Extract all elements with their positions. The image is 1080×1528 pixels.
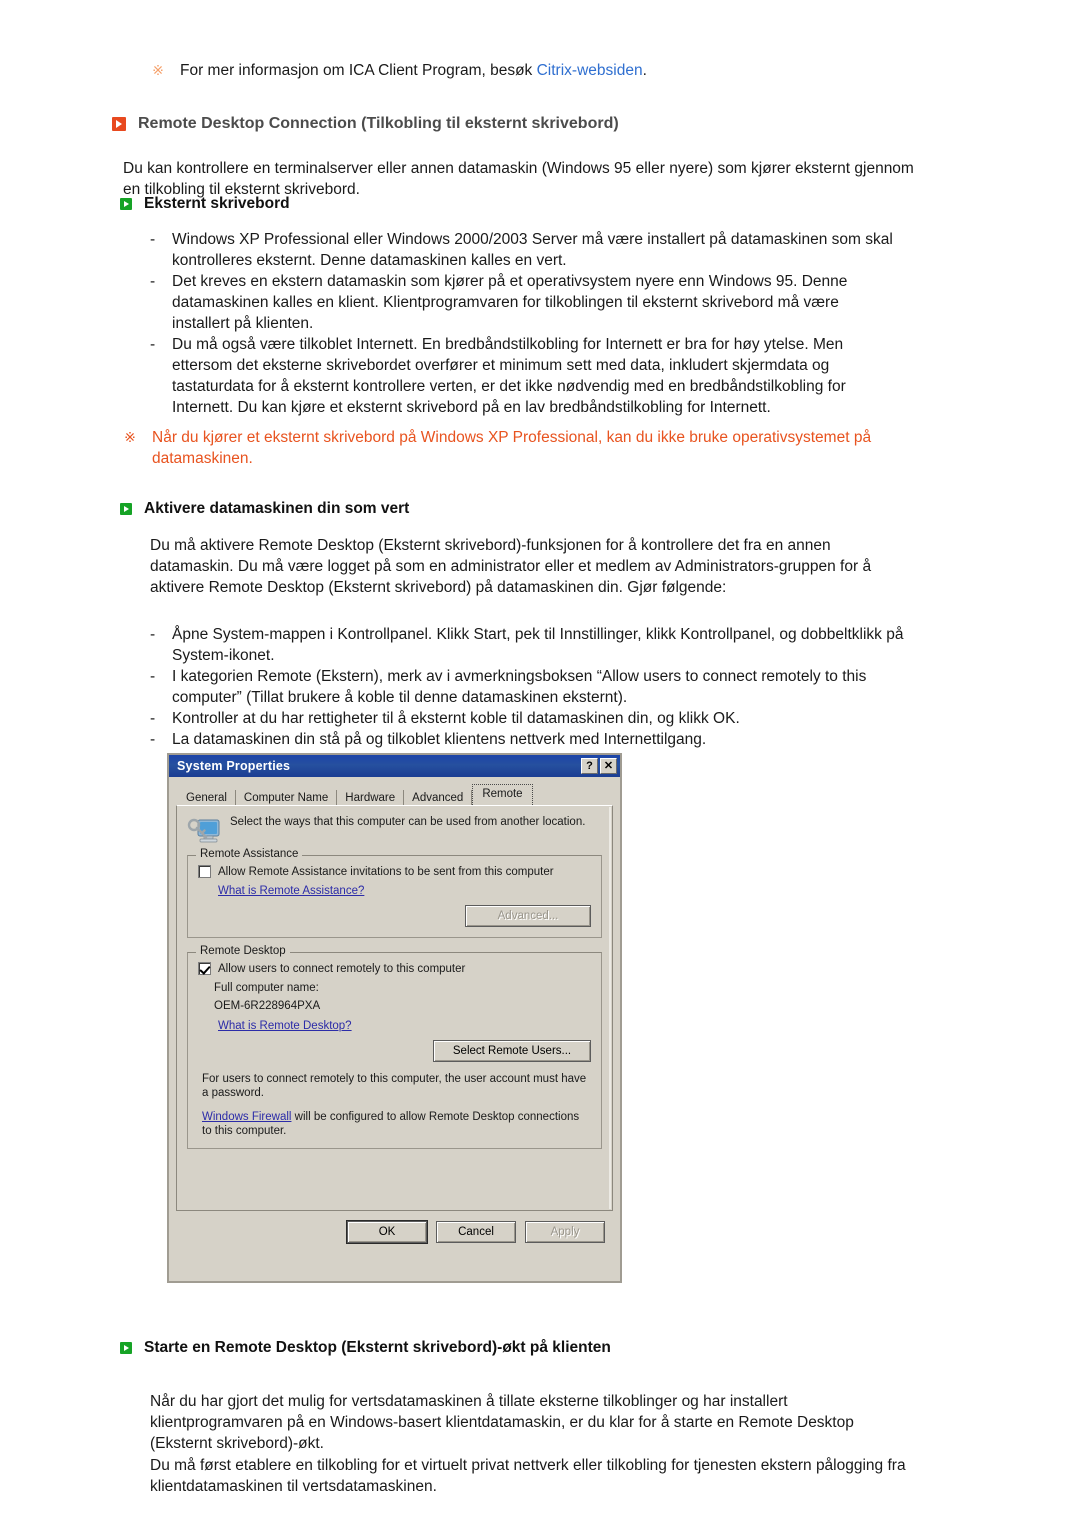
full-computer-name-label: Full computer name: xyxy=(214,982,319,994)
page-title-text: Remote Desktop Connection (Tilkobling ti… xyxy=(138,115,619,132)
allow-remote-connections-label: Allow users to connect remotely to this … xyxy=(218,962,466,975)
dash-marker-icon: - xyxy=(150,731,156,748)
windows-firewall-link[interactable]: Windows Firewall xyxy=(202,1110,291,1124)
dialog-tabstrip: General Computer Name Hardware Advanced … xyxy=(176,784,613,807)
remote-assistance-button-row: Advanced... xyxy=(198,905,591,927)
panel-intro: Select the ways that this computer can b… xyxy=(187,816,602,846)
what-is-remote-assistance-link[interactable]: What is Remote Assistance? xyxy=(218,885,364,897)
cancel-button[interactable]: Cancel xyxy=(436,1221,516,1243)
remote-assistance-group: Remote Assistance Allow Remote Assistanc… xyxy=(187,848,602,938)
list-item-text: La datamaskinen din stå på og tilkoblet … xyxy=(172,731,707,748)
remote-desktop-checkbox-row[interactable]: Allow users to connect remotely to this … xyxy=(198,962,591,975)
list-item-text: Åpne System-mappen i Kontrollpanel. Klik… xyxy=(172,626,904,664)
citrix-website-link[interactable]: Citrix-websiden xyxy=(537,62,643,79)
session-start-paragraph: Når du har gjort det mulig for vertsdata… xyxy=(150,1393,854,1452)
ok-button[interactable]: OK xyxy=(347,1221,427,1243)
section-heading-text: Eksternt skrivebord xyxy=(144,195,290,212)
full-computer-name-value: OEM-6R228964PXA xyxy=(214,1000,321,1012)
system-properties-dialog: System Properties ? ✕ General Computer N… xyxy=(167,753,622,1283)
play-bullet-green-icon xyxy=(120,503,132,515)
list-item: - La datamaskinen din stå på og tilkoble… xyxy=(150,729,910,750)
intro-paragraph: Du kan kontrollere en terminalserver ell… xyxy=(123,160,914,198)
dialog-footer: OK Cancel Apply xyxy=(176,1211,613,1243)
activation-steps-list: - Åpne System-mappen i Kontrollpanel. Kl… xyxy=(150,624,910,750)
firewall-note: Windows Firewall will be configured to a… xyxy=(202,1110,591,1138)
dialog-body: General Computer Name Hardware Advanced … xyxy=(169,777,620,1249)
remote-desktop-group: Remote Desktop Allow users to connect re… xyxy=(187,945,602,1149)
list-item-text: Kontroller at du har rettigheter til å e… xyxy=(172,710,740,727)
list-item: - Åpne System-mappen i Kontrollpanel. Kl… xyxy=(150,624,910,666)
dash-marker-icon: - xyxy=(150,710,156,727)
allow-remote-connections-checkbox[interactable] xyxy=(198,962,211,975)
section-heading-text: Starte en Remote Desktop (Eksternt skriv… xyxy=(144,1339,611,1356)
section-heading-text: Aktivere datamaskinen din som vert xyxy=(144,500,410,517)
document-page: ※ For mer informasjon om ICA Client Prog… xyxy=(0,0,1080,1528)
panel-intro-text: Select the ways that this computer can b… xyxy=(230,816,586,828)
remote-desktop-group-title: Remote Desktop xyxy=(196,945,290,957)
remote-assistance-link-row: What is Remote Assistance? xyxy=(218,885,591,897)
play-bullet-green-icon xyxy=(120,198,132,210)
warning-marker-icon: ※ xyxy=(124,429,136,445)
list-item: - Du må også være tilkoblet Internett. E… xyxy=(150,334,900,418)
close-icon[interactable]: ✕ xyxy=(600,758,617,774)
top-note: ※ For mer informasjon om ICA Client Prog… xyxy=(150,60,940,81)
top-note-text: For mer informasjon om ICA Client Progra… xyxy=(180,60,940,81)
select-remote-users-button[interactable]: Select Remote Users... xyxy=(433,1040,591,1062)
remote-desktop-link-row: What is Remote Desktop? xyxy=(218,1020,591,1032)
help-button[interactable]: ? xyxy=(581,758,598,774)
what-is-remote-desktop-link[interactable]: What is Remote Desktop? xyxy=(218,1020,352,1032)
dash-marker-icon: - xyxy=(150,231,156,248)
list-item: - Kontroller at du har rettigheter til å… xyxy=(150,708,910,729)
remote-assistance-checkbox-row[interactable]: Allow Remote Assistance invitations to b… xyxy=(198,865,591,878)
remote-tab-panel: Select the ways that this computer can b… xyxy=(176,805,613,1211)
dialog-titlebar[interactable]: System Properties ? ✕ xyxy=(169,755,620,777)
list-item: - I kategorien Remote (Ekstern), merk av… xyxy=(150,666,910,708)
dash-marker-icon: - xyxy=(150,336,156,353)
play-bullet-green-icon xyxy=(120,1342,132,1354)
play-bullet-icon xyxy=(112,117,126,131)
activation-paragraph: Du må aktivere Remote Desktop (Eksternt … xyxy=(150,537,872,596)
top-note-text-after: . xyxy=(642,62,647,79)
tab-remote[interactable]: Remote xyxy=(472,784,533,805)
list-item-text: Du må også være tilkoblet Internett. En … xyxy=(172,336,846,416)
remote-assistance-group-title: Remote Assistance xyxy=(196,848,303,860)
note-marker-icon: ※ xyxy=(152,62,164,78)
page-title: Remote Desktop Connection (Tilkobling ti… xyxy=(112,115,619,133)
section-heading-starte-okt: Starte en Remote Desktop (Eksternt skriv… xyxy=(120,1339,611,1357)
password-requirement-note: For users to connect remotely to this co… xyxy=(202,1073,587,1099)
apply-button[interactable]: Apply xyxy=(525,1221,605,1243)
dash-marker-icon: - xyxy=(150,668,156,685)
list-item-text: I kategorien Remote (Ekstern), merk av i… xyxy=(172,668,867,706)
monitor-key-icon xyxy=(187,816,221,846)
dialog-title: System Properties xyxy=(177,759,291,773)
dash-marker-icon: - xyxy=(150,626,156,643)
remote-assistance-checkbox[interactable] xyxy=(198,865,211,878)
list-item: - Det kreves en ekstern datamaskin som k… xyxy=(150,271,900,334)
top-note-text-before: For mer informasjon om ICA Client Progra… xyxy=(180,62,537,79)
requirements-list: - Windows XP Professional eller Windows … xyxy=(150,229,900,418)
list-item-text: Det kreves en ekstern datamaskin som kjø… xyxy=(172,273,848,332)
list-item-text: Windows XP Professional eller Windows 20… xyxy=(172,231,893,269)
vpn-paragraph: Du må først etablere en tilkobling for e… xyxy=(150,1457,906,1495)
list-item: - Windows XP Professional eller Windows … xyxy=(150,229,900,271)
remote-desktop-button-row: Select Remote Users... xyxy=(198,1040,591,1062)
warning-note: ※ Når du kjører et eksternt skrivebord p… xyxy=(122,427,882,469)
remote-assistance-checkbox-label: Allow Remote Assistance invitations to b… xyxy=(218,865,554,878)
warning-note-text: Når du kjører et eksternt skrivebord på … xyxy=(152,429,872,467)
section-heading-eksternt-skrivebord: Eksternt skrivebord xyxy=(120,195,290,213)
section-heading-aktivere-vert: Aktivere datamaskinen din som vert xyxy=(120,500,409,518)
advanced-button[interactable]: Advanced... xyxy=(465,905,591,927)
dash-marker-icon: - xyxy=(150,273,156,290)
